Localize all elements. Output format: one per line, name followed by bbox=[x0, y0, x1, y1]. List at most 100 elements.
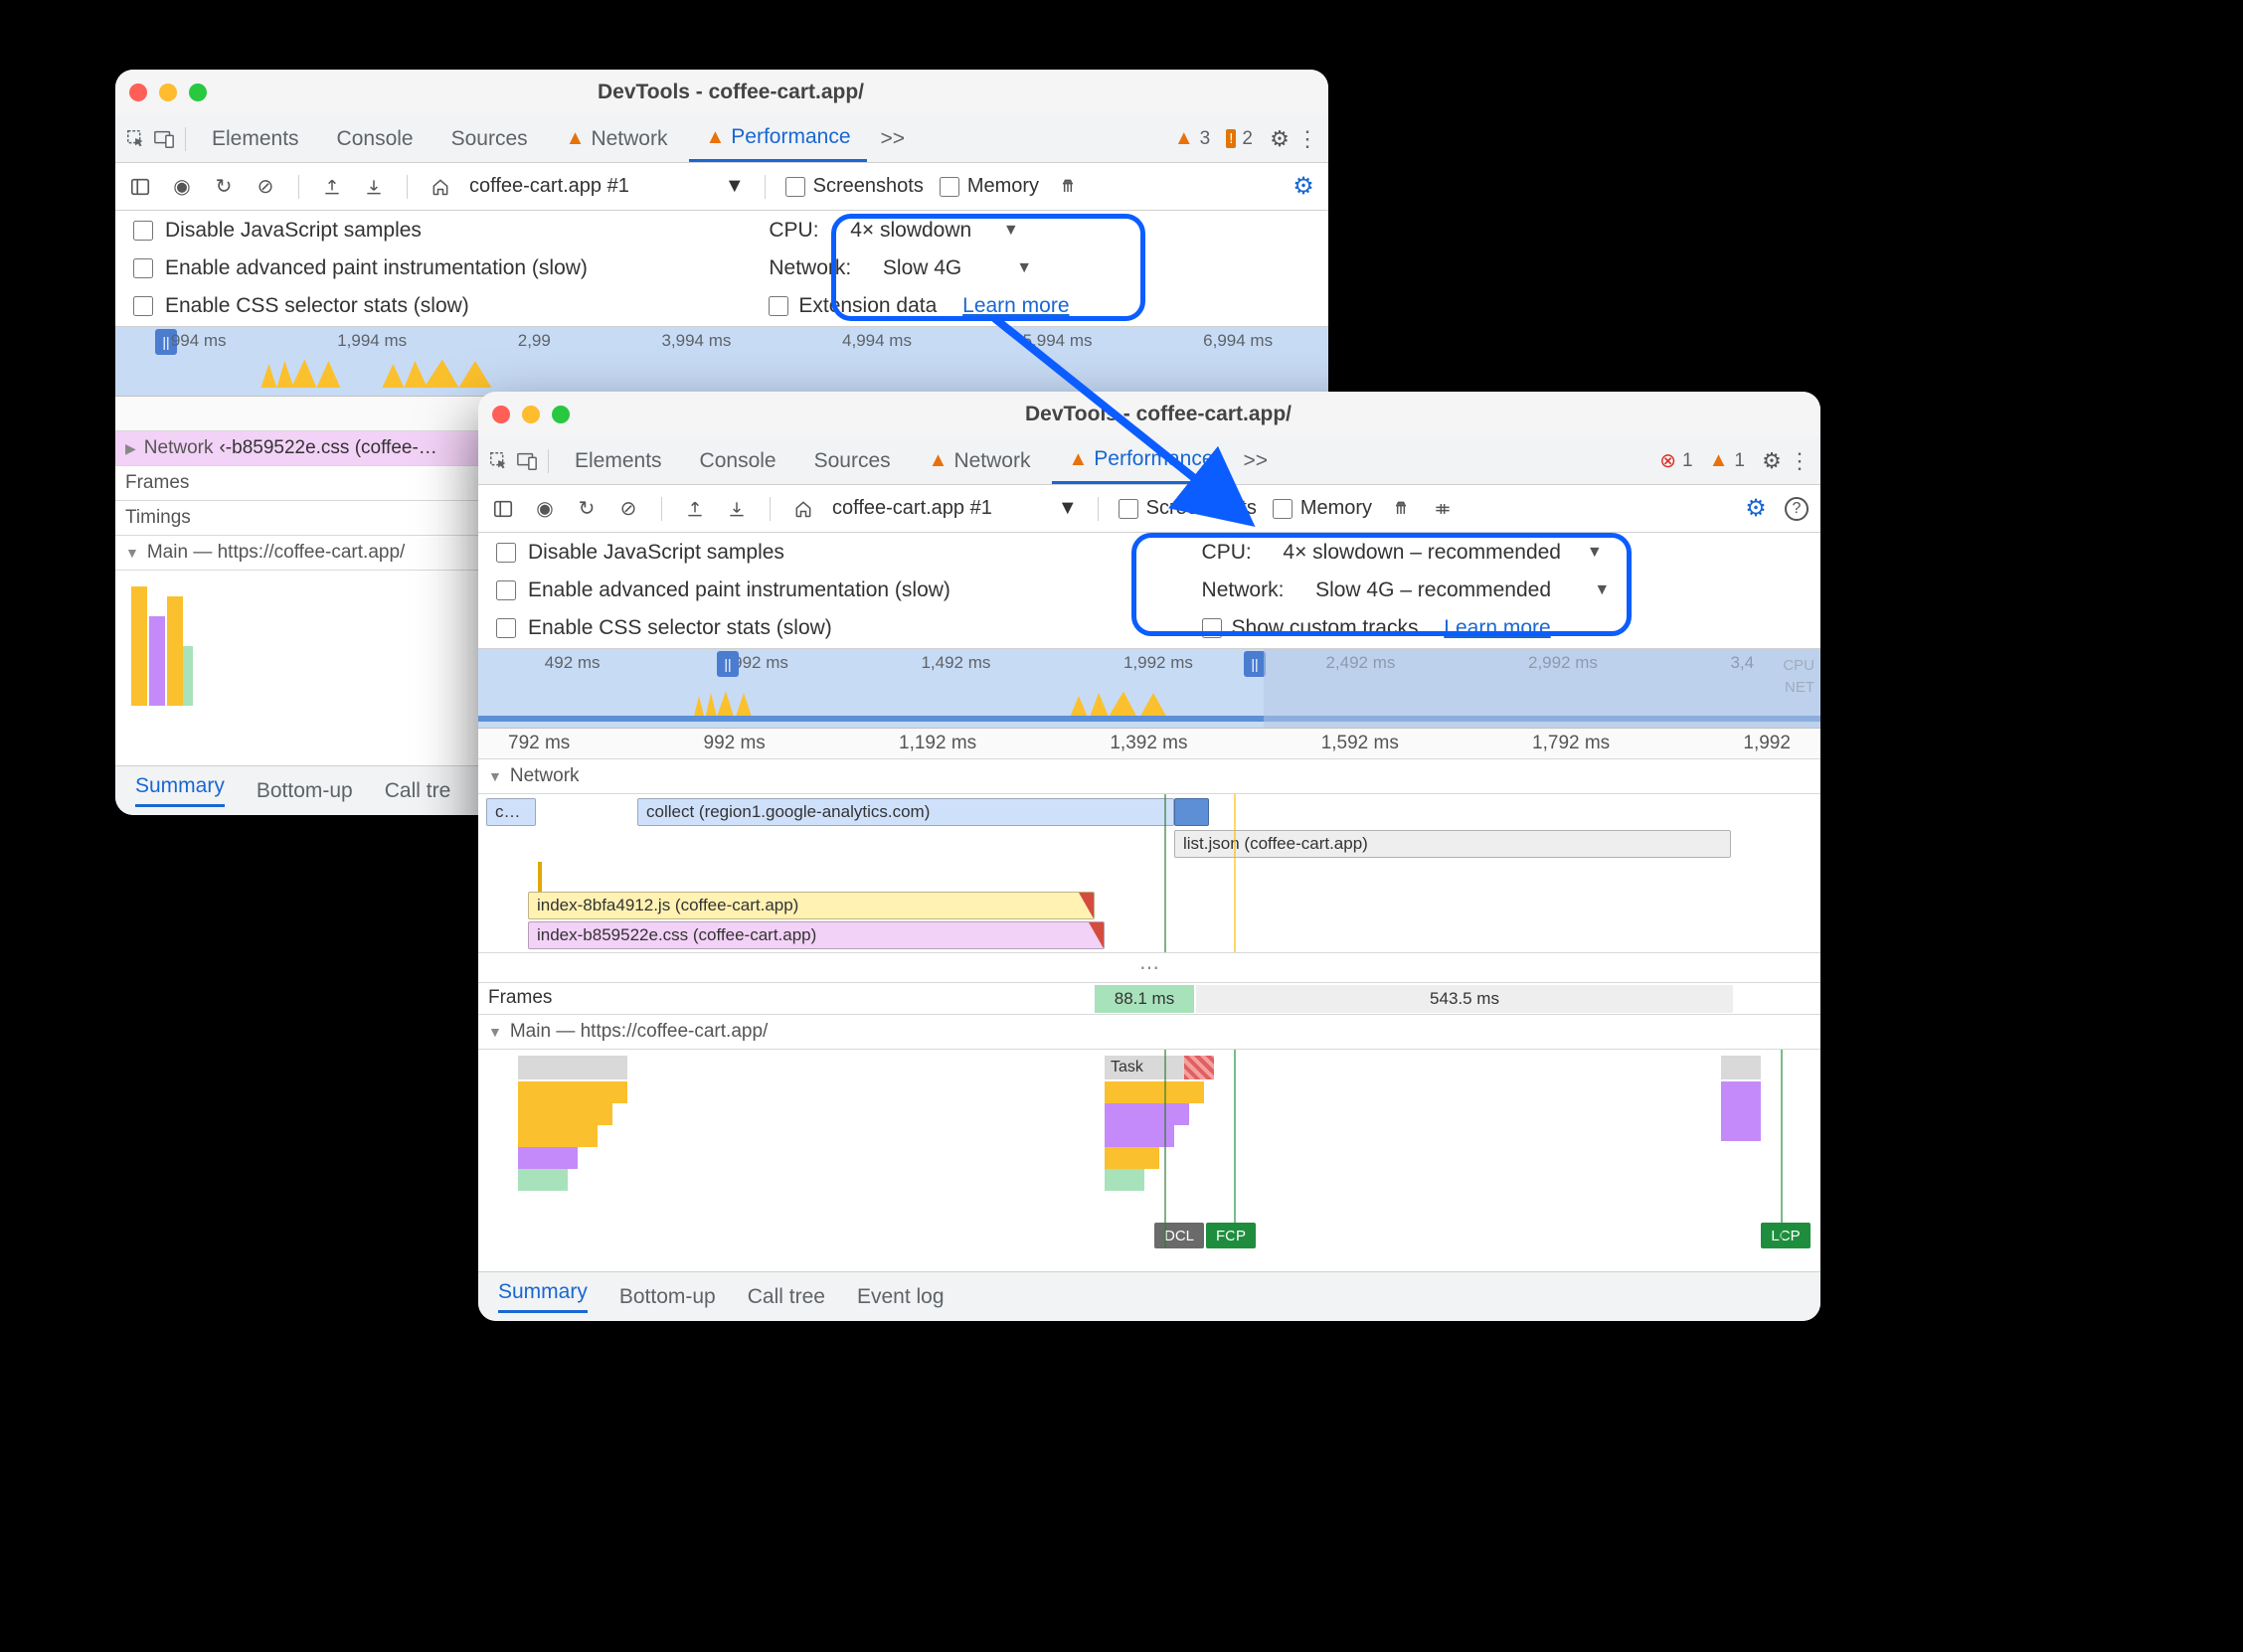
network-request[interactable]: collect (region1.google-analytics.com) bbox=[637, 798, 1174, 826]
tab-call-tree[interactable]: Call tre bbox=[385, 779, 451, 803]
network-throttle-dropdown[interactable]: Network: Slow 4G – recommended ▼ bbox=[1202, 578, 1803, 602]
upload-icon[interactable] bbox=[682, 496, 708, 522]
disable-js-samples-toggle[interactable]: Disable JavaScript samples bbox=[496, 541, 1202, 565]
gc-icon[interactable] bbox=[1388, 496, 1414, 522]
issues-icon[interactable]: ! bbox=[1226, 129, 1236, 148]
close-icon[interactable] bbox=[492, 406, 510, 423]
record-icon[interactable]: ◉ bbox=[532, 496, 558, 522]
tab-call-tree[interactable]: Call tree bbox=[748, 1285, 825, 1309]
network-request[interactable]: co… bbox=[486, 798, 536, 826]
dcl-marker[interactable]: DCL bbox=[1154, 1223, 1204, 1248]
help-icon[interactable]: ? bbox=[1785, 497, 1809, 521]
tab-bottom-up[interactable]: Bottom-up bbox=[619, 1285, 716, 1309]
tab-sources[interactable]: Sources bbox=[798, 439, 907, 483]
shortcuts-icon[interactable] bbox=[1430, 496, 1456, 522]
cpu-throttle-dropdown[interactable]: CPU: 4× slowdown – recommended ▼ bbox=[1202, 541, 1803, 565]
expand-icon[interactable]: ▼ bbox=[125, 545, 139, 561]
zoom-icon[interactable] bbox=[189, 83, 207, 101]
clear-icon[interactable]: ⊘ bbox=[615, 496, 641, 522]
network-request[interactable]: index-8bfa4912.js (coffee-cart.app) bbox=[528, 892, 1095, 919]
task-block[interactable] bbox=[518, 1056, 627, 1079]
learn-more-link[interactable]: Learn more bbox=[1444, 616, 1550, 640]
tab-network[interactable]: ▲ Network bbox=[913, 439, 1047, 483]
network-request[interactable]: index-b859522e.css (coffee-cart.app) bbox=[528, 921, 1105, 949]
tab-summary[interactable]: Summary bbox=[135, 774, 225, 807]
home-icon[interactable] bbox=[428, 174, 453, 200]
close-icon[interactable] bbox=[129, 83, 147, 101]
tab-performance[interactable]: ▲ Performance bbox=[1052, 437, 1229, 484]
main-flame-chart[interactable]: Task DCL FCP LCP bbox=[478, 1050, 1820, 1248]
kebab-menu-icon[interactable]: ⋮ bbox=[1789, 450, 1811, 472]
zoom-icon[interactable] bbox=[552, 406, 570, 423]
tab-elements[interactable]: Elements bbox=[196, 117, 315, 161]
timeline-overview[interactable]: || 994 ms 1,994 ms 2,99 3,994 ms 4,994 m… bbox=[115, 327, 1328, 397]
reload-record-icon[interactable]: ↻ bbox=[574, 496, 600, 522]
tab-summary[interactable]: Summary bbox=[498, 1280, 588, 1313]
inspect-icon[interactable] bbox=[125, 128, 147, 150]
tab-performance[interactable]: ▲ Performance bbox=[689, 115, 866, 162]
fcp-marker[interactable]: FCP bbox=[1206, 1223, 1256, 1248]
kebab-menu-icon[interactable]: ⋮ bbox=[1296, 128, 1318, 150]
frame-bar[interactable]: 543.5 ms bbox=[1196, 985, 1733, 1013]
settings-gear-icon[interactable]: ⚙ bbox=[1761, 450, 1783, 472]
collapse-icon[interactable]: ▶ bbox=[125, 440, 136, 457]
minimize-icon[interactable] bbox=[522, 406, 540, 423]
network-request[interactable]: list.json (coffee-cart.app) bbox=[1174, 830, 1731, 858]
timeline-overview[interactable]: 492 ms 992 ms 1,492 ms 1,992 ms 2,492 ms… bbox=[478, 649, 1820, 729]
network-throttle-dropdown[interactable]: Network: Slow 4G ▼ bbox=[769, 256, 1310, 280]
toggle-panel-icon[interactable] bbox=[490, 496, 516, 522]
custom-tracks-toggle[interactable]: Show custom tracks bbox=[1202, 616, 1419, 640]
tab-network[interactable]: ▲ Network bbox=[550, 117, 684, 161]
memory-toggle[interactable]: Memory bbox=[1273, 497, 1372, 520]
reload-record-icon[interactable]: ↻ bbox=[211, 174, 237, 200]
task-block[interactable]: Task bbox=[1105, 1056, 1184, 1079]
more-tabs[interactable]: >> bbox=[873, 127, 914, 151]
extension-data-toggle[interactable]: Extension data bbox=[769, 294, 937, 318]
tab-console[interactable]: Console bbox=[684, 439, 792, 483]
tab-sources[interactable]: Sources bbox=[435, 117, 544, 161]
screenshots-toggle[interactable]: Screenshots bbox=[785, 175, 924, 198]
tab-bottom-up[interactable]: Bottom-up bbox=[257, 779, 353, 803]
minimize-icon[interactable] bbox=[159, 83, 177, 101]
learn-more-link[interactable]: Learn more bbox=[962, 294, 1069, 318]
cpu-throttle-dropdown[interactable]: CPU: 4× slowdown ▼ bbox=[769, 219, 1310, 243]
upload-icon[interactable] bbox=[319, 174, 345, 200]
expand-icon[interactable]: ▼ bbox=[488, 768, 502, 784]
advanced-paint-toggle[interactable]: Enable advanced paint instrumentation (s… bbox=[496, 578, 1202, 602]
device-toggle-icon[interactable] bbox=[153, 128, 175, 150]
context-dropdown[interactable]: coffee-cart.app #1 ▼ bbox=[832, 497, 1078, 520]
task-block[interactable] bbox=[1721, 1056, 1761, 1079]
network-waterfall[interactable]: co… collect (region1.google-analytics.co… bbox=[478, 794, 1820, 953]
download-icon[interactable] bbox=[724, 496, 750, 522]
screenshots-toggle[interactable]: Screenshots bbox=[1119, 497, 1257, 520]
tab-elements[interactable]: Elements bbox=[559, 439, 678, 483]
warning-icon[interactable]: ▲ bbox=[1709, 449, 1729, 472]
toggle-panel-icon[interactable] bbox=[127, 174, 153, 200]
lcp-marker[interactable]: LCP bbox=[1761, 1223, 1811, 1248]
record-icon[interactable]: ◉ bbox=[169, 174, 195, 200]
home-icon[interactable] bbox=[790, 496, 816, 522]
memory-toggle[interactable]: Memory bbox=[940, 175, 1039, 198]
device-toggle-icon[interactable] bbox=[516, 450, 538, 472]
advanced-paint-toggle[interactable]: Enable advanced paint instrumentation (s… bbox=[133, 256, 769, 280]
main-thread-header[interactable]: ▼Main — https://coffee-cart.app/ bbox=[478, 1015, 1820, 1050]
overview-handle-right[interactable]: || bbox=[1244, 651, 1266, 677]
error-icon[interactable]: ⊗ bbox=[1659, 448, 1676, 473]
warning-icon[interactable]: ▲ bbox=[1174, 127, 1194, 150]
context-dropdown[interactable]: coffee-cart.app #1 ▼ bbox=[469, 175, 745, 198]
capture-settings-gear-icon[interactable]: ⚙ bbox=[1291, 174, 1316, 200]
tab-console[interactable]: Console bbox=[321, 117, 430, 161]
capture-settings-gear-icon[interactable]: ⚙ bbox=[1743, 496, 1769, 522]
settings-gear-icon[interactable]: ⚙ bbox=[1269, 128, 1291, 150]
inspect-icon[interactable] bbox=[488, 450, 510, 472]
overview-handle-left[interactable]: || bbox=[717, 651, 739, 677]
css-selector-stats-toggle[interactable]: Enable CSS selector stats (slow) bbox=[496, 616, 1202, 640]
clear-icon[interactable]: ⊘ bbox=[253, 174, 278, 200]
css-selector-stats-toggle[interactable]: Enable CSS selector stats (slow) bbox=[133, 294, 769, 318]
frame-bar[interactable]: 88.1 ms bbox=[1095, 985, 1194, 1013]
gc-icon[interactable] bbox=[1055, 174, 1081, 200]
network-track-header[interactable]: ▼Network bbox=[478, 759, 1820, 794]
frames-track[interactable]: Frames 88.1 ms 543.5 ms bbox=[478, 983, 1820, 1015]
expand-icon[interactable]: ▼ bbox=[488, 1024, 502, 1040]
download-icon[interactable] bbox=[361, 174, 387, 200]
